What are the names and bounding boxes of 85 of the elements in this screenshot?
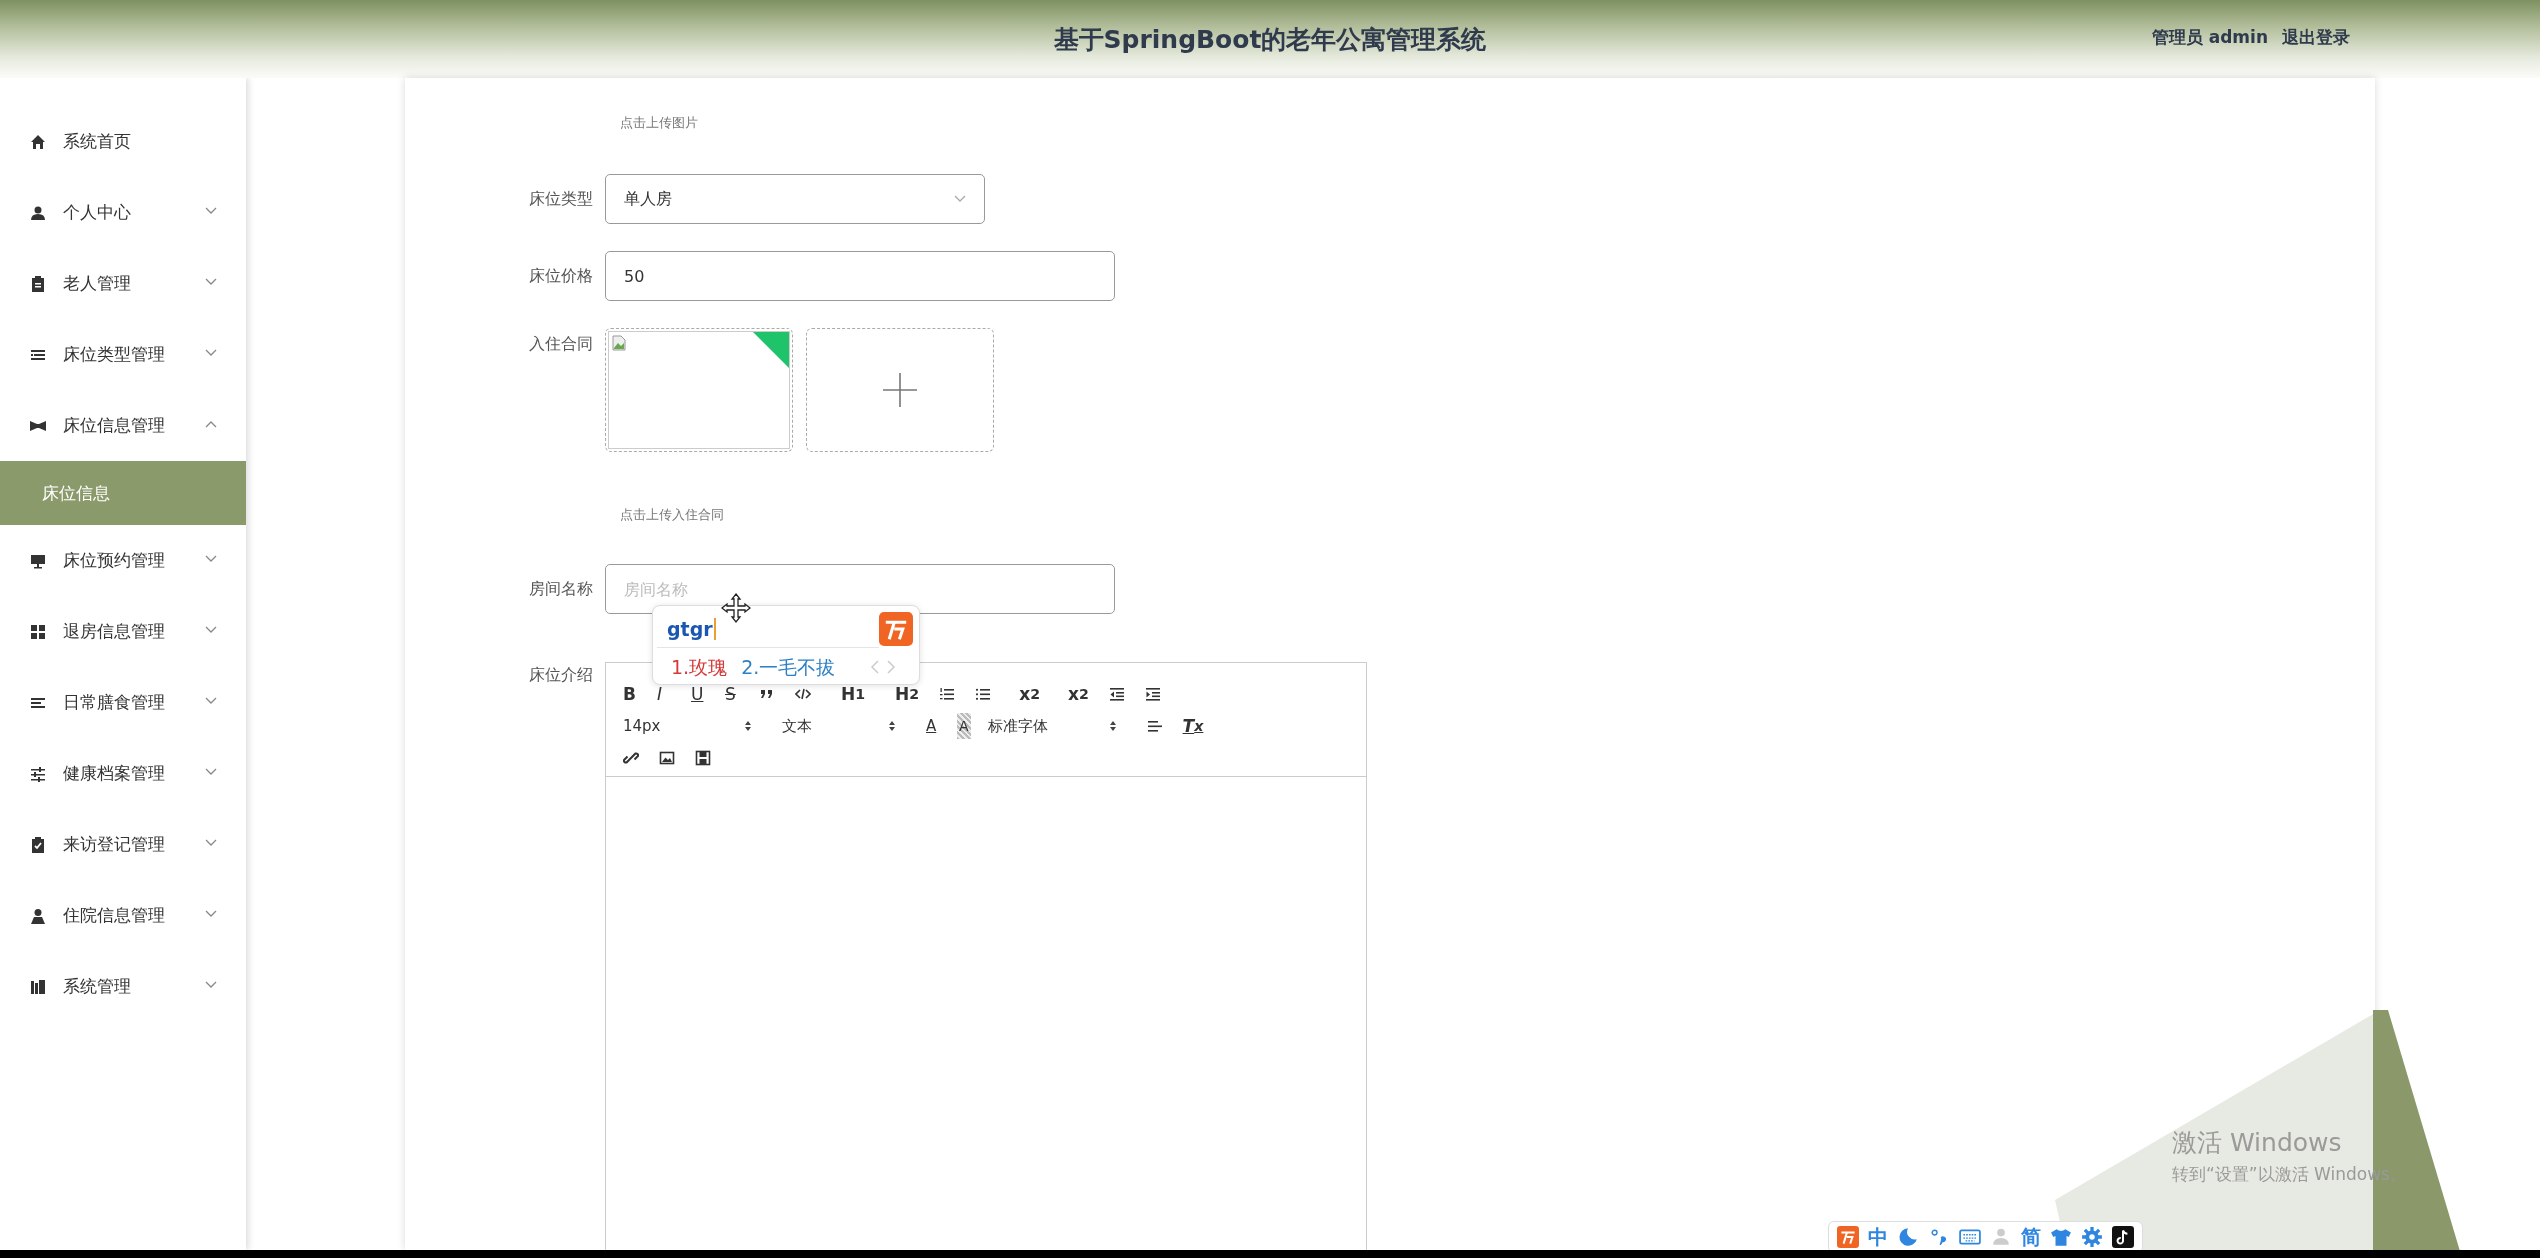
sidebar-item-label: 系统管理 xyxy=(63,975,131,998)
sidebar-item-label: 来访登记管理 xyxy=(63,833,165,856)
sidebar-item[interactable]: 住院信息管理 xyxy=(0,880,246,951)
input-field[interactable]: 房间名称 xyxy=(605,564,1115,614)
gear-icon[interactable] xyxy=(2081,1226,2103,1248)
ime-logo-icon xyxy=(879,612,913,646)
strike-button[interactable]: S xyxy=(722,681,742,707)
field-label: 入住合同 xyxy=(528,333,594,355)
sidebar-item[interactable]: 床位预约管理 xyxy=(0,525,246,596)
underline-button[interactable]: U xyxy=(688,681,708,707)
chevron-down-icon xyxy=(954,195,966,203)
logout-link[interactable]: 退出登录 xyxy=(2282,26,2350,49)
sidebar-item[interactable]: 床位信息管理 xyxy=(0,390,246,461)
sidebar-item-label: 床位类型管理 xyxy=(63,343,165,366)
numbered-list-icon xyxy=(939,686,956,702)
field-label: 房间名称 xyxy=(528,578,594,600)
sliders-icon xyxy=(30,765,46,782)
sidebar-item-label: 床位信息管理 xyxy=(63,414,165,437)
bold-button[interactable]: B xyxy=(620,681,640,707)
ime-candidate[interactable]: 1.玫瑰 xyxy=(671,655,728,681)
activation-title: 激活 Windows xyxy=(2172,1127,2343,1159)
field-label: 床位介绍 xyxy=(528,664,594,686)
indent-icon xyxy=(1144,686,1161,702)
sidebar-item[interactable]: 床位类型管理 xyxy=(0,319,246,390)
books-icon xyxy=(30,978,46,995)
moon-icon[interactable] xyxy=(1897,1226,1919,1248)
clipboard-check-icon xyxy=(30,836,46,853)
music-note-icon[interactable] xyxy=(2112,1226,2134,1248)
sidebar-item[interactable]: 健康档案管理 xyxy=(0,738,246,809)
outdent-icon xyxy=(1108,686,1125,702)
sidebar-item[interactable]: 系统管理 xyxy=(0,951,246,1022)
sidebar-item-label: 系统首页 xyxy=(63,130,131,153)
sidebar-item[interactable]: 日常膳食管理 xyxy=(0,667,246,738)
sidebar-item-label: 退房信息管理 xyxy=(63,620,165,643)
sort-arrows-icon xyxy=(1108,720,1117,732)
sidebar-item[interactable]: 系统首页 xyxy=(0,106,246,177)
clipboard-icon xyxy=(30,275,46,292)
image-icon xyxy=(659,750,675,766)
home-icon xyxy=(30,133,46,150)
film-icon xyxy=(695,750,711,766)
code-icon xyxy=(795,686,811,702)
align-left-icon xyxy=(1146,718,1163,734)
select-field[interactable]: 单人房 xyxy=(605,174,985,224)
sidebar-item-label: 个人中心 xyxy=(63,201,131,224)
field-label: 床位价格 xyxy=(528,265,594,287)
select-value: 单人房 xyxy=(624,188,672,210)
background-color-button[interactable]: A xyxy=(957,713,971,739)
toolbar-dropdown[interactable]: 标准字体 xyxy=(984,713,1120,739)
italic-button[interactable]: I xyxy=(654,681,674,707)
uploaded-file-thumbnail[interactable] xyxy=(605,328,793,452)
monitor-icon xyxy=(30,552,46,569)
sidebar-item[interactable]: 个人中心 xyxy=(0,177,246,248)
toolbar-dropdown[interactable]: 14px xyxy=(620,713,755,739)
upload-hint: 点击上传入住合同 xyxy=(620,506,725,524)
corner-flag-icon xyxy=(753,332,789,368)
field-label: 床位类型 xyxy=(528,188,594,210)
sidebar-item-label: 住院信息管理 xyxy=(63,904,165,927)
input-field[interactable]: 50 xyxy=(605,251,1115,301)
ime-mode-toggle[interactable]: 中 xyxy=(1868,1223,1888,1251)
sidebar-item[interactable]: 老人管理 xyxy=(0,248,246,319)
sidebar-item[interactable]: 来访登记管理 xyxy=(0,809,246,880)
sidebar-item-label: 床位预约管理 xyxy=(63,549,165,572)
shirt-icon[interactable] xyxy=(2050,1226,2072,1248)
app-title: 基于SpringBoot的老年公寓管理系统 xyxy=(1053,23,1487,56)
bullet-list-icon xyxy=(975,686,992,702)
sidebar-item-label: 健康档案管理 xyxy=(63,762,165,785)
upload-hint: 点击上传图片 xyxy=(620,114,699,132)
link-icon xyxy=(623,750,639,766)
user-icon xyxy=(30,907,46,924)
toolbar-dropdown[interactable]: 文本 xyxy=(779,713,899,739)
ime-input-text: gtgr xyxy=(667,618,716,640)
user-label: 管理员 admin xyxy=(2151,26,2268,49)
sidebar-item-label: 日常膳食管理 xyxy=(63,691,165,714)
sort-arrows-icon xyxy=(744,720,752,732)
ime-logo-icon[interactable] xyxy=(1837,1226,1859,1248)
ime-candidate[interactable]: 2.一毛不拔 xyxy=(741,655,836,681)
user-icon xyxy=(30,204,46,221)
sidebar-item-label: 老人管理 xyxy=(63,272,131,295)
sidebar-item[interactable]: 退房信息管理 xyxy=(0,596,246,667)
grid-icon xyxy=(30,623,46,640)
broken-image-icon xyxy=(612,335,626,351)
ime-mode-toggle[interactable]: 简 xyxy=(2021,1223,2041,1251)
text-color-button[interactable]: A xyxy=(923,713,943,739)
sort-arrows-icon xyxy=(888,720,896,732)
plus-icon xyxy=(881,371,919,409)
